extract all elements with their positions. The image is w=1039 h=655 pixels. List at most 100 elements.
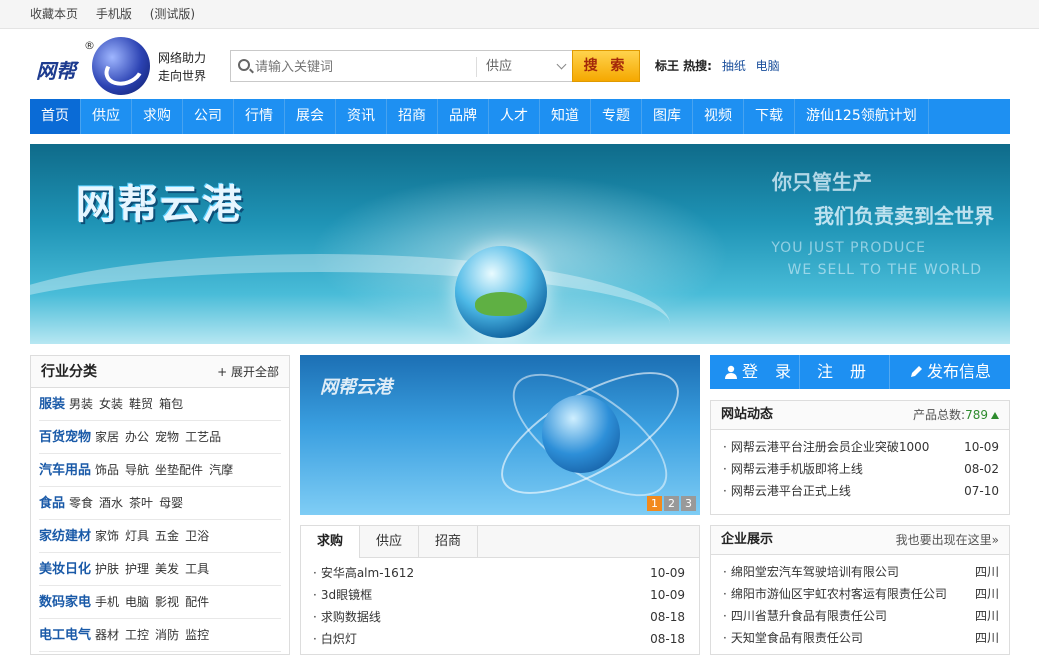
subcategory-link[interactable]: 五金 [155, 529, 179, 543]
subcategory-link[interactable]: 母婴 [159, 496, 183, 510]
subcategory-link[interactable]: 手机 [95, 595, 119, 609]
subcategory-link[interactable]: 美发 [155, 562, 179, 576]
subcategory-link[interactable]: 男装 [69, 397, 93, 411]
list-item[interactable]: 天知堂食品有限责任公司 四川 [723, 627, 999, 649]
subcategory-link[interactable]: 饰品 [95, 463, 119, 477]
subcategory-link[interactable]: 工具 [185, 562, 209, 576]
search-input[interactable] [255, 57, 465, 77]
slider-page-button[interactable]: 1 [647, 496, 662, 511]
list-item-title[interactable]: 求购数据线 [313, 606, 381, 628]
list-item[interactable]: 求购数据线 08-18 [313, 606, 685, 628]
site-logo[interactable]: 网帮 ® 网络助力 走向世界 [34, 35, 214, 95]
expand-all-button[interactable]: + 展开全部 [217, 356, 279, 388]
nav-item-home[interactable]: 首页 [30, 99, 81, 134]
hero-banner[interactable]: 网帮云港 你只管生产 我们负责卖到全世界 YOU JUST PRODUCE WE… [30, 144, 1010, 344]
company-name[interactable]: 绵阳市游仙区宇虹农村客运有限责任公司 [723, 583, 947, 605]
list-item-title[interactable]: 3d眼镜框 [313, 584, 372, 606]
nav-item-news[interactable]: 资讯 [336, 99, 387, 134]
hot-term-link[interactable]: 抽纸 [722, 59, 746, 73]
nav-item-download[interactable]: 下载 [744, 99, 795, 134]
subcategory-link[interactable]: 灯具 [125, 529, 149, 543]
login-button[interactable]: 登 录 [710, 355, 800, 389]
search-button[interactable]: 搜 索 [572, 50, 640, 82]
search-category-select[interactable]: 供应 [476, 57, 571, 77]
list-item-title[interactable]: 网帮云港平台注册会员企业突破1000 [723, 436, 930, 458]
publish-button[interactable]: 发布信息 [890, 355, 1010, 389]
nav-item-investment[interactable]: 招商 [387, 99, 438, 134]
subcategory-link[interactable]: 监控 [185, 628, 209, 642]
list-item[interactable]: 安华高alm-1612 10-09 [313, 562, 685, 584]
nav-item-video[interactable]: 视频 [693, 99, 744, 134]
subcategory-link[interactable]: 酒水 [99, 496, 123, 510]
company-name[interactable]: 四川省慧升食品有限责任公司 [723, 605, 887, 627]
image-slider[interactable]: 网帮云港 1 2 3 [300, 355, 700, 515]
subcategory-link[interactable]: 配件 [185, 595, 209, 609]
list-item[interactable]: 网帮云港平台注册会员企业突破1000 10-09 [723, 436, 999, 458]
subcategory-link[interactable]: 茶叶 [129, 496, 153, 510]
hot-search: 标王 热搜: 抽纸 电脑 [655, 57, 786, 74]
nav-item-talent[interactable]: 人才 [489, 99, 540, 134]
subcategory-link[interactable]: 影视 [155, 595, 179, 609]
list-item[interactable]: 网帮云港平台正式上线 07-10 [723, 480, 999, 502]
subcategory-link[interactable]: 护肤 [95, 562, 119, 576]
category-name[interactable]: 食品 [39, 496, 65, 511]
subcategory-link[interactable]: 消防 [155, 628, 179, 642]
list-item[interactable]: 四川省慧升食品有限责任公司 四川 [723, 605, 999, 627]
nav-item-market[interactable]: 行情 [234, 99, 285, 134]
nav-item-purchase[interactable]: 求购 [132, 99, 183, 134]
subcategory-link[interactable]: 鞋贸 [129, 397, 153, 411]
nav-item-exhibition[interactable]: 展会 [285, 99, 336, 134]
category-name[interactable]: 服装 [39, 397, 65, 412]
mobile-link[interactable]: 手机版 [96, 7, 132, 21]
nav-item-gallery[interactable]: 图库 [642, 99, 693, 134]
category-name[interactable]: 电工电气 [39, 628, 91, 643]
subcategory-link[interactable]: 器材 [95, 628, 119, 642]
subcategory-link[interactable]: 家居 [95, 430, 119, 444]
company-name[interactable]: 绵阳堂宏汽车驾驶培训有限公司 [723, 561, 899, 583]
register-button[interactable]: 注 册 [800, 355, 890, 389]
hot-term-link[interactable]: 电脑 [756, 59, 780, 73]
subcategory-link[interactable]: 工控 [125, 628, 149, 642]
subcategory-link[interactable]: 宠物 [155, 430, 179, 444]
nav-item-brand[interactable]: 品牌 [438, 99, 489, 134]
list-item-title[interactable]: 网帮云港手机版即将上线 [723, 458, 863, 480]
subcategory-link[interactable]: 护理 [125, 562, 149, 576]
subcategory-link[interactable]: 女装 [99, 397, 123, 411]
category-name[interactable]: 汽车用品 [39, 463, 91, 478]
nav-item-topics[interactable]: 专题 [591, 99, 642, 134]
company-region: 四川 [974, 609, 999, 623]
subcategory-link[interactable]: 卫浴 [185, 529, 209, 543]
subcategory-link[interactable]: 导航 [125, 463, 149, 477]
list-item[interactable]: 绵阳堂宏汽车驾驶培训有限公司 四川 [723, 561, 999, 583]
category-name[interactable]: 家纺建材 [39, 529, 91, 544]
company-name[interactable]: 天知堂食品有限责任公司 [723, 627, 863, 649]
subcategory-link[interactable]: 零食 [69, 496, 93, 510]
slider-page-button[interactable]: 3 [681, 496, 696, 511]
nav-item-company[interactable]: 公司 [183, 99, 234, 134]
category-name[interactable]: 百货宠物 [39, 430, 91, 445]
nav-item-youxian-plan[interactable]: 游仙125领航计划 [795, 99, 929, 134]
nav-item-qa[interactable]: 知道 [540, 99, 591, 134]
subcategory-link[interactable]: 办公 [125, 430, 149, 444]
list-item-title[interactable]: 安华高alm-1612 [313, 562, 414, 584]
tab-supply[interactable]: 供应 [360, 526, 419, 557]
subcategory-link[interactable]: 汽摩 [209, 463, 233, 477]
category-name[interactable]: 数码家电 [39, 595, 91, 610]
subcategory-link[interactable]: 电脑 [125, 595, 149, 609]
list-item-date: 08-18 [650, 610, 685, 624]
list-item[interactable]: 绵阳市游仙区宇虹农村客运有限责任公司 四川 [723, 583, 999, 605]
nav-item-supply[interactable]: 供应 [81, 99, 132, 134]
tab-investment[interactable]: 招商 [419, 526, 478, 557]
bookmark-link[interactable]: 收藏本页 [30, 7, 78, 21]
join-showcase-link[interactable]: 我也要出现在这里» [896, 526, 999, 554]
list-item[interactable]: 3d眼镜框 10-09 [313, 584, 685, 606]
tab-purchase[interactable]: 求购 [301, 526, 360, 558]
category-name[interactable]: 美妆日化 [39, 562, 91, 577]
subcategory-link[interactable]: 坐垫配件 [155, 463, 203, 477]
list-item-title[interactable]: 网帮云港平台正式上线 [723, 480, 851, 502]
subcategory-link[interactable]: 家饰 [95, 529, 119, 543]
slider-page-button[interactable]: 2 [664, 496, 679, 511]
subcategory-link[interactable]: 箱包 [159, 397, 183, 411]
subcategory-link[interactable]: 工艺品 [185, 430, 221, 444]
list-item[interactable]: 网帮云港手机版即将上线 08-02 [723, 458, 999, 480]
